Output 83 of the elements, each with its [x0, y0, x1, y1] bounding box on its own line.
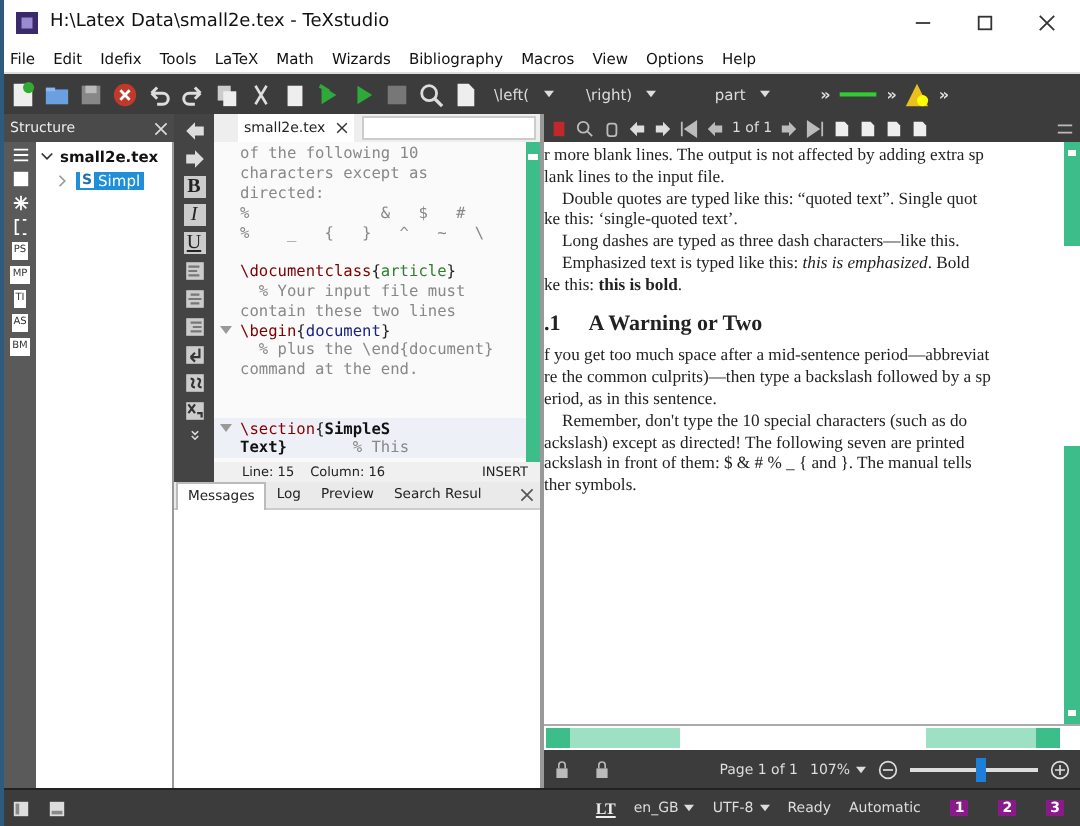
vertical-scrollbar[interactable] — [1064, 142, 1080, 724]
close-icon[interactable] — [335, 122, 348, 134]
caret-icon — [646, 90, 657, 98]
lock-icon[interactable] — [554, 759, 570, 779]
newline-icon[interactable] — [183, 344, 205, 366]
line-icon[interactable] — [838, 86, 879, 102]
document-text-line: f you get too much space after a mid-sentence period—abbreviat — [544, 344, 992, 367]
right-arrow-icon[interactable] — [654, 119, 672, 137]
close-icon[interactable] — [1038, 13, 1056, 31]
asterisk-icon[interactable] — [11, 194, 29, 212]
left-arrow-icon[interactable] — [628, 119, 646, 137]
save-icon[interactable] — [78, 81, 104, 107]
last-page-icon[interactable] — [806, 119, 825, 137]
magnifier-icon[interactable] — [576, 119, 594, 137]
align-center-icon[interactable] — [183, 288, 205, 310]
format-button[interactable]: B — [183, 176, 205, 198]
document-text-line: eriod, as in this sentence. — [544, 387, 719, 410]
horizontal-scrollbar[interactable] — [544, 724, 1080, 750]
document-text-line: Long dashes are typed as three dash characters—like this. — [560, 230, 962, 252]
document-text-line: re the common culprits)—then type a backslash followed by a sp — [544, 366, 993, 388]
fold-marker-icon[interactable] — [220, 326, 232, 335]
back-arrow-icon[interactable] — [183, 120, 205, 142]
document-text-line: r more blank lines. The output is not affected by adding extra sp — [544, 144, 986, 166]
app-icon — [16, 11, 38, 33]
scissors-icon[interactable] — [248, 81, 274, 107]
align-right-icon[interactable] — [183, 316, 205, 338]
magnifier-icon[interactable] — [418, 81, 444, 107]
document-icon[interactable] — [452, 81, 478, 107]
search-field[interactable] — [361, 116, 536, 140]
lock-icon[interactable] — [594, 759, 610, 779]
close-document-icon[interactable] — [112, 81, 138, 107]
previous-page-icon[interactable] — [706, 119, 724, 137]
side-panel-icon[interactable] — [12, 799, 30, 817]
close-icon[interactable] — [520, 488, 534, 502]
document-text-line: Remember, don't type the 10 special characters (such as do — [560, 409, 970, 432]
redo-icon[interactable] — [180, 81, 206, 107]
document-text-line: lank lines to the input file. — [544, 165, 727, 188]
window-title: H:\Latex Data\small2e.tex - TeXstudio — [50, 12, 390, 32]
bottom-panel-icon[interactable] — [48, 799, 66, 817]
vertical-scrollbar[interactable] — [526, 142, 540, 462]
document-text-line: ackslash) except as directed! The following seven are printed — [544, 431, 967, 453]
language-tool-logo[interactable]: LT — [595, 799, 616, 817]
undo-icon[interactable] — [146, 81, 172, 107]
math-icon[interactable] — [183, 372, 205, 394]
format-button[interactable]: U — [183, 232, 205, 254]
bracket-icon[interactable] — [11, 218, 29, 236]
caret-icon — [856, 765, 866, 773]
document-text-line: Emphasized text is typed like this: this is emphasized. Bold — [560, 251, 972, 274]
chevron-right-icon[interactable] — [56, 173, 70, 187]
subscript-icon[interactable] — [183, 400, 205, 422]
stop-icon[interactable] — [384, 81, 410, 107]
document-text-line: ther symbols. — [544, 474, 639, 496]
caret-icon — [543, 90, 554, 98]
align-left-icon[interactable] — [183, 260, 205, 282]
build-view-icon[interactable] — [316, 81, 342, 107]
first-page-icon[interactable] — [680, 119, 698, 137]
document-text-line: Double quotes are typed like this: “quoted text”. Single quot — [560, 187, 980, 209]
caret-icon — [684, 804, 695, 812]
format-button[interactable]: I — [183, 204, 205, 226]
maximize-icon[interactable] — [976, 13, 994, 31]
zoom-in-icon[interactable] — [1050, 759, 1070, 779]
copy-icon[interactable] — [214, 81, 240, 107]
list-icon[interactable] — [11, 146, 29, 164]
fold-marker-icon[interactable] — [220, 424, 232, 433]
section-heading: A Warning or Two — [588, 313, 763, 335]
document-text-line: ackslash in front of them: $ & # % _ { and }. The manual tells — [544, 452, 974, 475]
warning-triangle-icon[interactable] — [904, 81, 931, 107]
caret-icon — [759, 804, 770, 812]
paste-icon[interactable] — [282, 81, 308, 107]
section-number: .1 — [544, 313, 561, 335]
next-page-icon[interactable] — [780, 119, 799, 137]
caret-icon — [759, 90, 770, 98]
slider-thumb[interactable] — [976, 757, 987, 781]
document-text-line: ke this: ‘single-quoted text’. — [544, 208, 740, 231]
new-file-icon[interactable] — [10, 81, 36, 107]
overflow-chevron[interactable]: » — [938, 85, 950, 103]
overflow-chevron[interactable]: » — [820, 85, 831, 103]
zoom-out-icon[interactable] — [878, 759, 898, 779]
overflow-chevron[interactable]: » — [886, 85, 897, 103]
document-text-line: ke this: this is bold. — [544, 273, 685, 296]
menu-icon[interactable] — [1056, 119, 1074, 137]
forward-arrow-icon[interactable] — [183, 148, 205, 170]
chevron-down-icon[interactable] — [40, 149, 54, 163]
